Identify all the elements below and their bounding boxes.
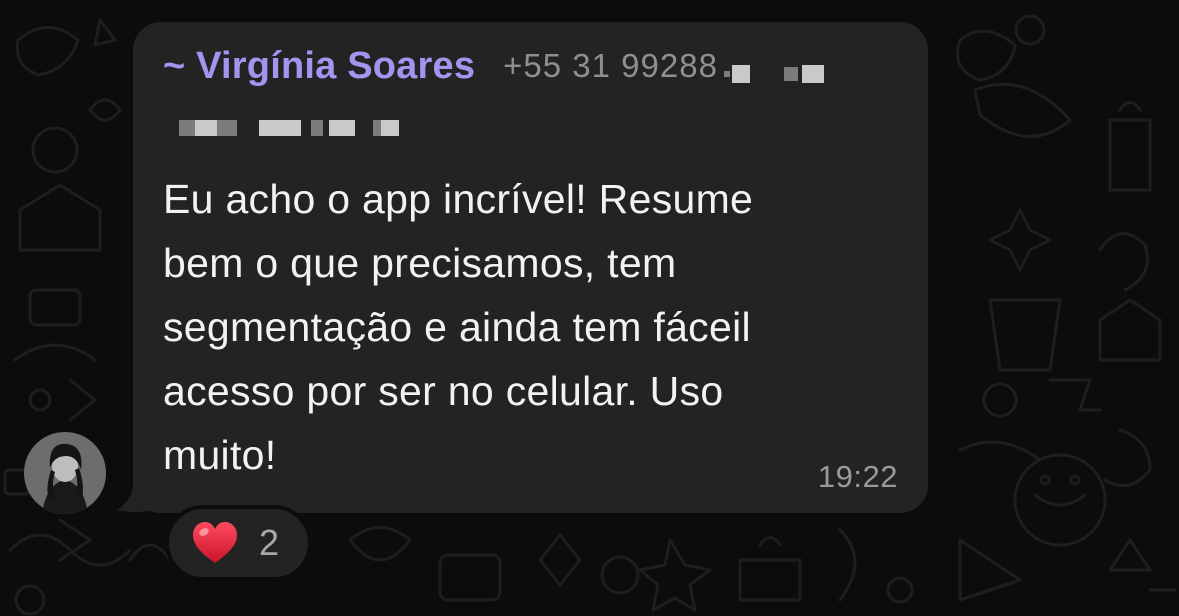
sender-name[interactable]: ~ Virgínia Soares: [163, 45, 475, 88]
reaction-count: 2: [259, 522, 280, 563]
sender-name-text: Virgínia Soares: [196, 44, 476, 87]
redacted-info: [179, 117, 399, 139]
message-timestamp: 19:22: [817, 459, 898, 494]
sender-prefix: ~: [163, 44, 186, 87]
sender-phone-text: +55 31 99288: [503, 47, 718, 84]
message-bubble[interactable]: ~ Virgínia Soares +55 31 99288 Eu acho o…: [133, 22, 928, 513]
reaction-pill[interactable]: 2: [165, 505, 312, 581]
sender-avatar[interactable]: [24, 432, 106, 514]
phone-redaction: [722, 65, 824, 83]
sender-phone[interactable]: +55 31 99288: [503, 47, 824, 85]
message-line: Eu acho o app incrível! Resume: [163, 176, 754, 222]
sender-header: ~ Virgínia Soares +55 31 99288: [163, 40, 824, 92]
message-line: segmentação e ainda tem fáceil: [163, 304, 751, 350]
message-line: bem o que precisamos, tem: [163, 240, 677, 286]
message-text: Eu acho o app incrível! Resume bem o que…: [163, 167, 903, 487]
message-line: muito!: [163, 432, 277, 478]
message-line: acesso por ser no celular. Uso: [163, 368, 724, 414]
heart-icon: [193, 522, 237, 563]
avatar-photo-icon: [24, 432, 106, 514]
